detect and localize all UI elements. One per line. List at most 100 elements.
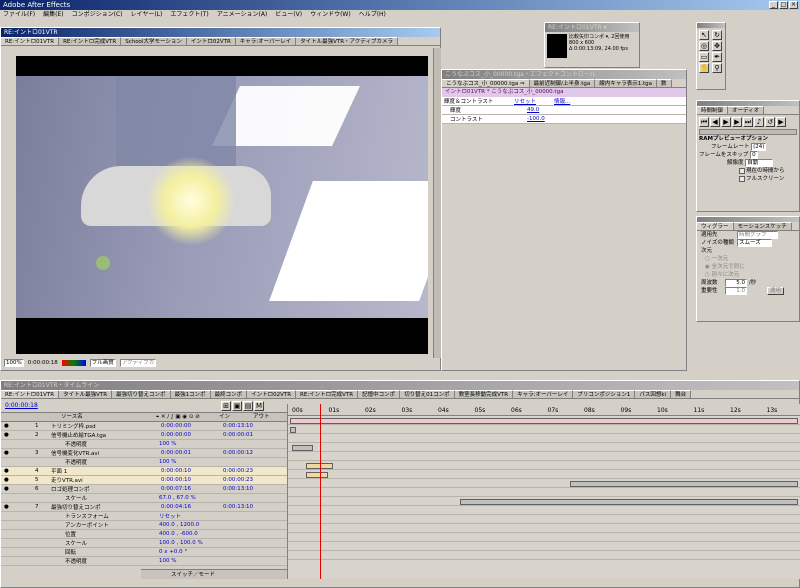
timeline-tab[interactable]: RE:イントロ完成VTR [296,390,359,398]
from-current-checkbox[interactable] [739,167,745,174]
effect-tab[interactable]: こうなぶコス_小_00000.tga ⇒ [442,79,530,87]
apply-to-select[interactable]: 時間グラフ [737,231,778,239]
current-time-indicator[interactable] [320,404,321,579]
layer-row[interactable]: ● 6 ロゴ処理コンポ 0:00:07:16 0:00:13:10 [1,485,287,494]
orbit-tool-icon[interactable]: ◎ [699,41,709,51]
zoom-field[interactable]: 100% [4,359,24,367]
reset-link[interactable]: リセット [514,97,554,105]
timeline-tab[interactable]: 最終コンポ [210,390,248,398]
comp-tab[interactable]: タイトル最強VTR・アクティブカメラ [296,37,398,45]
effect-tab[interactable]: 線内キャラ表示1.tga [595,79,658,87]
menu-item[interactable]: 編集(E) [43,10,63,20]
layer-row[interactable]: トランスフォーム リセット [1,512,287,521]
layer-name[interactable]: 平面 1 [49,467,159,475]
comp-tab[interactable]: RE:イントロ01VTR [1,37,60,45]
layer-row[interactable]: ● 3 信号機変化VTR.avi 0:00:00:01 0:00:00:12 [1,449,287,458]
layer-name[interactable]: 位置 [49,530,159,538]
layer-name[interactable]: スケール [49,539,159,547]
layer-row[interactable]: アンカーポイント 400.0 , 1200.0 [1,521,287,530]
layer-in[interactable]: 400.0 , -600.0 [159,531,223,537]
layer-name[interactable]: スケール [49,494,159,502]
timeline-tab[interactable]: 最強1コンポ [170,390,211,398]
comp-tab[interactable]: RE:イントロ完成VTR [59,37,122,45]
menu-item[interactable]: ビュー(V) [275,10,302,20]
next-frame-icon[interactable]: ▶ [732,117,742,127]
layer-in[interactable]: 100 % [159,558,223,564]
hand-tool-icon[interactable]: ✋ [699,63,709,73]
graph-icon[interactable]: ▤ [243,400,253,411]
skip-field[interactable]: 0 [750,151,758,159]
layer-row[interactable]: 不透明度 100 % [1,458,287,467]
comp-scrollbar[interactable] [433,48,441,358]
layer-name[interactable]: 不透明度 [49,557,159,565]
layer-duration-bar[interactable] [460,499,798,505]
selection-tool-icon[interactable]: ↖ [699,30,709,40]
audio-icon[interactable]: ♪ [754,117,764,127]
layer-row[interactable]: 不透明度 100 % [1,440,287,449]
timeline-tab[interactable]: キャラ:オーバーレイ [513,390,574,398]
layer-switches[interactable]: ● [1,450,35,456]
layer-row[interactable]: ● 4 平面 1 0:00:00:10 0:00:00:23 [1,467,287,476]
layer-in[interactable]: 100.0 , 100.0 % [159,540,223,546]
menu-item[interactable]: コンポジション(C) [72,10,123,20]
frequency-field[interactable]: 5.0 [725,279,747,287]
layer-out[interactable]: 0:00:13:10 [223,423,283,429]
dimension-option[interactable]: 全次元で同じ [712,264,745,270]
layer-duration-bar[interactable] [290,427,296,433]
layer-row[interactable]: 回転 0 x +0.0 ° [1,548,287,557]
menu-item[interactable]: ヘルプ(H) [359,10,386,20]
layer-name[interactable]: 走りVTR.avi [49,476,159,484]
layer-row[interactable]: 位置 400.0 , -600.0 [1,530,287,539]
layer-name[interactable]: 不透明度 [49,458,159,466]
switches-modes-toggle[interactable]: スイッチ／モード [141,569,287,579]
brightness-value[interactable]: 49.0 [527,107,539,113]
effect-name[interactable]: 輝度＆コントラスト [444,97,514,105]
timeline-tab[interactable]: 切り替え01コンポ [400,390,455,398]
layer-out[interactable]: 0:00:00:12 [223,450,283,456]
time-ruler[interactable]: 00s 01s 02s 03s 04s 05s 06s 07s 08s 09s 10s 11s 12s 1… [288,404,800,416]
layer-duration-bar[interactable] [290,418,798,424]
comp-flowchart-icon[interactable]: ⊞ [221,400,231,411]
play-icon[interactable]: ▶ [721,117,731,127]
view-select[interactable]: アクティブカ [119,359,157,367]
layer-row[interactable]: スケール 67.0 , 67.0 % [1,494,287,503]
dimension-option[interactable]: 一次元 [712,256,729,262]
timeline-tab[interactable]: タイトル最強VTR [59,390,113,398]
draft-3d-icon[interactable]: ▣ [232,400,242,411]
layer-name[interactable]: 回転 [49,548,159,556]
resolution-select[interactable]: 自動 [745,159,774,167]
timeline-graph-area[interactable]: 00s 01s 02s 03s 04s 05s 06s 07s 08s 09s 10s 11s 12s 1… [287,404,800,579]
timeline-current-time[interactable]: 0:00:00:18 [1,402,221,409]
menu-item[interactable]: レイヤー(L) [131,10,163,20]
apply-button[interactable]: 適用 [767,287,785,295]
layer-in[interactable]: リセット [159,512,223,520]
layer-switches[interactable]: ● [1,486,35,492]
effect-tab[interactable]: 最前近制御/上半身.tga [529,79,596,87]
dimension-option[interactable]: 別々に次元 [712,272,740,278]
layer-switches[interactable]: ● [1,504,35,510]
layer-in[interactable]: 0:00:00:01 [159,450,223,456]
loop-icon[interactable]: ↺ [765,117,775,127]
layer-switches[interactable]: ● [1,477,35,483]
layer-in[interactable]: 0:00:07:16 [159,486,223,492]
tab-time-controls[interactable]: 時間制御 [697,106,729,114]
layer-name[interactable]: アンカーポイント [49,521,159,529]
layer-in[interactable]: 0 x +0.0 ° [159,549,223,555]
layer-name[interactable]: 最強切り替えコンポ [49,503,159,511]
comp-tab[interactable]: キャラ:オーバーレイ [235,37,297,45]
layer-in[interactable]: 0:00:00:00 [159,432,223,438]
layer-duration-bar[interactable] [570,481,798,487]
layer-row[interactable]: ● 5 走りVTR.avi 0:00:00:10 0:00:00:23 [1,476,287,485]
layer-name[interactable]: 信号機止め絵TGA.tga [49,431,159,439]
timeline-tab[interactable]: 最強切り替えコンポ [112,390,171,398]
layer-out[interactable]: 0:00:00:23 [223,477,283,483]
layer-out[interactable]: 0:00:13:10 [223,486,283,492]
layer-duration-bar[interactable] [306,472,328,478]
timeline-tab[interactable]: 記憶中コンポ [358,390,401,398]
layer-switches[interactable]: ● [1,423,35,429]
timeline-tab[interactable]: 教室長移動完成VTR [454,390,514,398]
maximize-button[interactable]: □ [779,1,788,9]
timeline-tab[interactable]: イントロ02VTR [247,390,297,398]
close-button[interactable]: × [789,1,798,9]
timeline-tab[interactable]: 舞台 [671,390,692,398]
